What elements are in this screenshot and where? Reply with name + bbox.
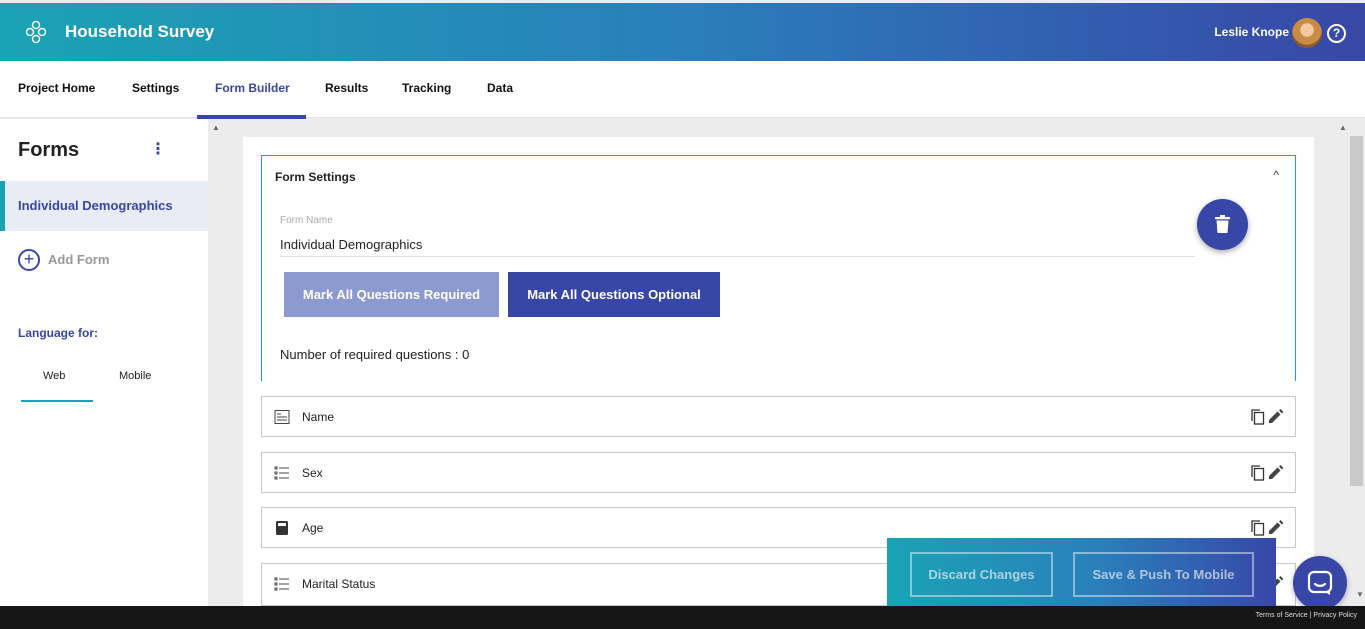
language-tab-indicator [21, 400, 93, 402]
chat-icon [1307, 570, 1333, 595]
question-row[interactable]: Sex [261, 452, 1296, 493]
sidebar-form-individual-demographics[interactable]: Individual Demographics [0, 181, 208, 231]
add-form-label: Add Form [48, 252, 110, 267]
tab-data[interactable]: Data [487, 81, 513, 95]
copy-icon[interactable] [1251, 409, 1265, 425]
required-count-text: Number of required questions : 0 [280, 347, 470, 362]
list-icon [274, 466, 289, 480]
pencil-icon[interactable] [1269, 465, 1283, 479]
chevron-up-icon[interactable]: ^ [1273, 168, 1279, 182]
question-label: Sex [302, 466, 323, 480]
tab-project-home[interactable]: Project Home [18, 81, 95, 95]
language-label: Language for: [18, 326, 98, 340]
tab-results[interactable]: Results [325, 81, 368, 95]
mark-all-optional-button[interactable]: Mark All Questions Optional [508, 272, 720, 317]
question-label: Age [302, 521, 324, 535]
discard-changes-button[interactable]: Discard Changes [910, 552, 1053, 597]
active-tab-indicator [197, 115, 306, 119]
question-row[interactable]: Name [261, 396, 1296, 437]
user-avatar[interactable] [1292, 18, 1322, 48]
delete-form-button[interactable] [1197, 199, 1248, 250]
copy-icon[interactable] [1251, 465, 1265, 481]
footer-links: Terms of Service | Privacy Policy [1256, 612, 1357, 619]
language-tab-web[interactable]: Web [43, 370, 65, 382]
more-options-icon[interactable]: ⋮ [150, 142, 166, 159]
tab-settings[interactable]: Settings [132, 81, 179, 95]
footer-separator: | [1309, 612, 1312, 619]
forms-sidebar: Forms ⋮ Individual Demographics + Add Fo… [0, 119, 208, 606]
scroll-down-arrow-icon[interactable]: ▼ [1356, 590, 1364, 599]
sidebar-form-label: Individual Demographics [18, 198, 173, 213]
trash-icon [1215, 215, 1230, 233]
terms-link[interactable]: Terms of Service [1256, 612, 1308, 619]
main-nav: Project Home Settings Form Builder Resul… [0, 61, 1365, 119]
pencil-icon[interactable] [1269, 409, 1283, 423]
tab-tracking[interactable]: Tracking [402, 81, 451, 95]
question-label: Marital Status [302, 577, 376, 591]
save-push-mobile-button[interactable]: Save & Push To Mobile [1073, 552, 1254, 597]
forms-title: Forms [18, 139, 80, 161]
form-name-input[interactable] [280, 232, 1195, 257]
form-name-label: Form Name [280, 215, 333, 226]
calculator-icon [276, 521, 288, 535]
help-icon[interactable]: ? [1327, 24, 1346, 43]
form-settings-title[interactable]: Form Settings [275, 170, 356, 184]
user-name[interactable]: Leslie Knope [1214, 25, 1289, 39]
text-field-icon [274, 410, 290, 424]
app-title: Household Survey [65, 22, 215, 41]
scroll-up-arrow-icon[interactable]: ▲ [212, 123, 220, 132]
add-circle-icon: + [18, 249, 40, 271]
top-header: Household Survey Leslie Knope ? [0, 3, 1365, 61]
mark-all-required-button[interactable]: Mark All Questions Required [284, 272, 499, 317]
vertical-scrollbar[interactable] [1350, 136, 1363, 486]
list-icon [274, 577, 289, 591]
tab-form-builder[interactable]: Form Builder [215, 81, 290, 95]
scroll-up-arrow-icon[interactable]: ▲ [1339, 123, 1347, 132]
unsaved-changes-bar: Discard Changes Save & Push To Mobile [887, 538, 1276, 606]
chat-support-button[interactable] [1293, 556, 1347, 610]
question-label: Name [302, 410, 335, 424]
form-settings-panel: Form Settings ^ Form Name Mark All Quest… [261, 155, 1296, 381]
copy-icon[interactable] [1251, 520, 1265, 536]
app-logo-icon [25, 20, 47, 44]
privacy-link[interactable]: Privacy Policy [1313, 612, 1357, 619]
language-tab-mobile[interactable]: Mobile [119, 370, 151, 382]
page-footer: Terms of Service | Privacy Policy [0, 606, 1365, 629]
pencil-icon[interactable] [1269, 520, 1283, 534]
